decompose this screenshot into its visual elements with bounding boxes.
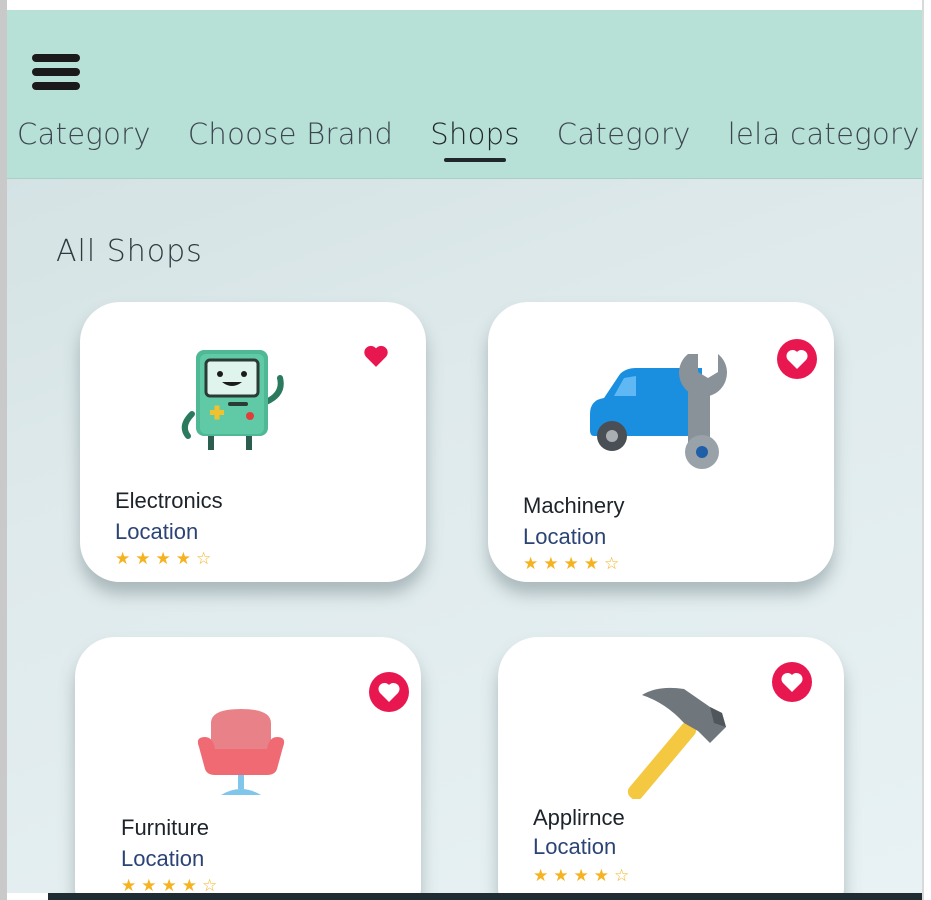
- game-console-robot-icon: [180, 344, 290, 452]
- shop-location: Location: [533, 834, 617, 859]
- rating-stars: ★ ★ ★ ★ ☆: [115, 550, 216, 568]
- top-header: Category Choose Brand Shops Category lel…: [7, 10, 922, 179]
- tab-label: Shops: [430, 117, 520, 151]
- star-filled-icon: ★: [543, 554, 559, 573]
- star-filled-icon: ★: [593, 866, 609, 885]
- star-filled-icon: ★: [523, 554, 539, 573]
- star-filled-icon: ★: [175, 549, 191, 568]
- star-empty-icon: ☆: [604, 554, 620, 573]
- category-tabs: Category Choose Brand Shops Category lel…: [17, 114, 922, 164]
- app-container: Category Choose Brand Shops Category lel…: [7, 10, 922, 893]
- star-filled-icon: ★: [533, 866, 549, 885]
- star-filled-icon: ★: [553, 866, 569, 885]
- rating-stars: ★ ★ ★ ★ ☆: [121, 876, 222, 894]
- heart-circle-icon: [369, 672, 409, 712]
- hamburger-icon: [32, 54, 80, 90]
- tab-category[interactable]: Category: [17, 114, 151, 164]
- heart-circle-icon: [772, 662, 812, 702]
- star-filled-icon: ★: [563, 554, 579, 573]
- star-empty-icon: ☆: [202, 876, 218, 894]
- shop-card-electronics[interactable]: Electronics Location ★ ★ ★ ★ ☆: [80, 302, 426, 582]
- bottom-bar: [48, 893, 922, 900]
- active-tab-indicator: [444, 158, 506, 162]
- car-wrench-icon: [584, 344, 736, 474]
- shop-name: Furniture: [121, 815, 210, 840]
- tab-shops[interactable]: Shops: [430, 114, 520, 164]
- tab-label: Choose Brand: [187, 117, 394, 151]
- star-filled-icon: ★: [121, 876, 137, 894]
- page-title: All Shops: [56, 234, 203, 269]
- shop-name: Electronics: [115, 488, 223, 513]
- favorite-button[interactable]: [771, 661, 813, 703]
- shop-name: Applirnce: [533, 805, 625, 830]
- tab-label: Category: [17, 117, 151, 151]
- rating-stars: ★ ★ ★ ★ ☆: [523, 555, 624, 573]
- tab-label: Category: [556, 117, 691, 151]
- armchair-icon: [191, 703, 291, 803]
- favorite-button[interactable]: [363, 344, 389, 368]
- heart-icon: [364, 345, 388, 367]
- star-filled-icon: ★: [155, 549, 171, 568]
- star-filled-icon: ★: [181, 876, 197, 894]
- window-frame-right: [922, 0, 931, 900]
- star-filled-icon: ★: [135, 549, 151, 568]
- star-filled-icon: ★: [115, 549, 131, 568]
- tab-lela-category[interactable]: lela category: [728, 114, 920, 164]
- shop-card-furniture[interactable]: Furniture Location ★ ★ ★ ★ ☆: [75, 637, 421, 893]
- shop-name: Machinery: [523, 493, 625, 518]
- star-empty-icon: ☆: [196, 549, 212, 568]
- menu-button[interactable]: [31, 50, 81, 94]
- shop-card-applirnce[interactable]: Applirnce Location ★ ★ ★ ★ ☆: [498, 637, 844, 893]
- window-frame-left: [0, 0, 7, 900]
- favorite-button[interactable]: [776, 338, 818, 380]
- star-filled-icon: ★: [583, 554, 599, 573]
- shop-location: Location: [121, 846, 205, 871]
- shop-card-machinery[interactable]: Machinery Location ★ ★ ★ ★ ☆: [488, 302, 834, 582]
- heart-circle-icon: [777, 339, 817, 379]
- hammer-icon: [614, 683, 732, 799]
- star-filled-icon: ★: [141, 876, 157, 894]
- tab-category-2[interactable]: Category: [557, 114, 691, 164]
- star-empty-icon: ☆: [614, 866, 630, 885]
- tab-label: lela category: [727, 117, 920, 151]
- shop-location: Location: [115, 519, 199, 544]
- shop-location: Location: [523, 524, 607, 549]
- rating-stars: ★ ★ ★ ★ ☆: [533, 867, 634, 885]
- tab-choose-brand[interactable]: Choose Brand: [188, 114, 393, 164]
- favorite-button[interactable]: [368, 671, 410, 713]
- star-filled-icon: ★: [573, 866, 589, 885]
- star-filled-icon: ★: [161, 876, 177, 894]
